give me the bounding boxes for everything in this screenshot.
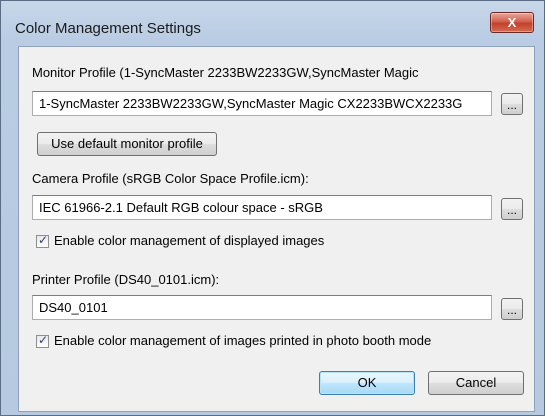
monitor-profile-label: Monitor Profile (1-SyncMaster 2233BW2233… (32, 65, 419, 80)
printer-profile-label: Printer Profile (DS40_0101.icm): (32, 272, 220, 287)
camera-profile-label: Camera Profile (sRGB Color Space Profile… (32, 171, 309, 186)
printer-profile-field[interactable]: DS40_0101 (32, 295, 492, 320)
title-bar[interactable]: Color Management Settings X (1, 1, 544, 45)
camera-browse-button[interactable]: ... (501, 198, 523, 220)
cancel-button[interactable]: Cancel (428, 371, 524, 395)
photo-booth-checkbox[interactable]: ✓ (36, 333, 49, 348)
camera-profile-field[interactable]: IEC 61966-2.1 Default RGB colour space -… (32, 195, 492, 220)
ok-button[interactable]: OK (319, 371, 415, 395)
photo-booth-checkbox-label[interactable]: Enable color management of images printe… (54, 333, 431, 348)
dialog-window: Color Management Settings X Monitor Prof… (0, 0, 545, 416)
dialog-title: Color Management Settings (15, 20, 201, 37)
checkmark-icon: ✓ (38, 333, 49, 347)
dialog-content: Monitor Profile (1-SyncMaster 2233BW2233… (18, 46, 535, 412)
displayed-images-checkbox[interactable]: ✓ (36, 233, 49, 248)
use-default-monitor-profile-button[interactable]: Use default monitor profile (37, 132, 217, 156)
printer-browse-button[interactable]: ... (501, 298, 523, 320)
monitor-browse-button[interactable]: ... (501, 93, 523, 115)
checkmark-icon: ✓ (38, 233, 49, 247)
monitor-profile-field[interactable]: 1-SyncMaster 2233BW2233GW,SyncMaster Mag… (32, 91, 492, 116)
close-button[interactable]: X (490, 12, 534, 33)
close-icon: X (507, 15, 517, 30)
displayed-images-checkbox-label[interactable]: Enable color management of displayed ima… (54, 233, 324, 248)
